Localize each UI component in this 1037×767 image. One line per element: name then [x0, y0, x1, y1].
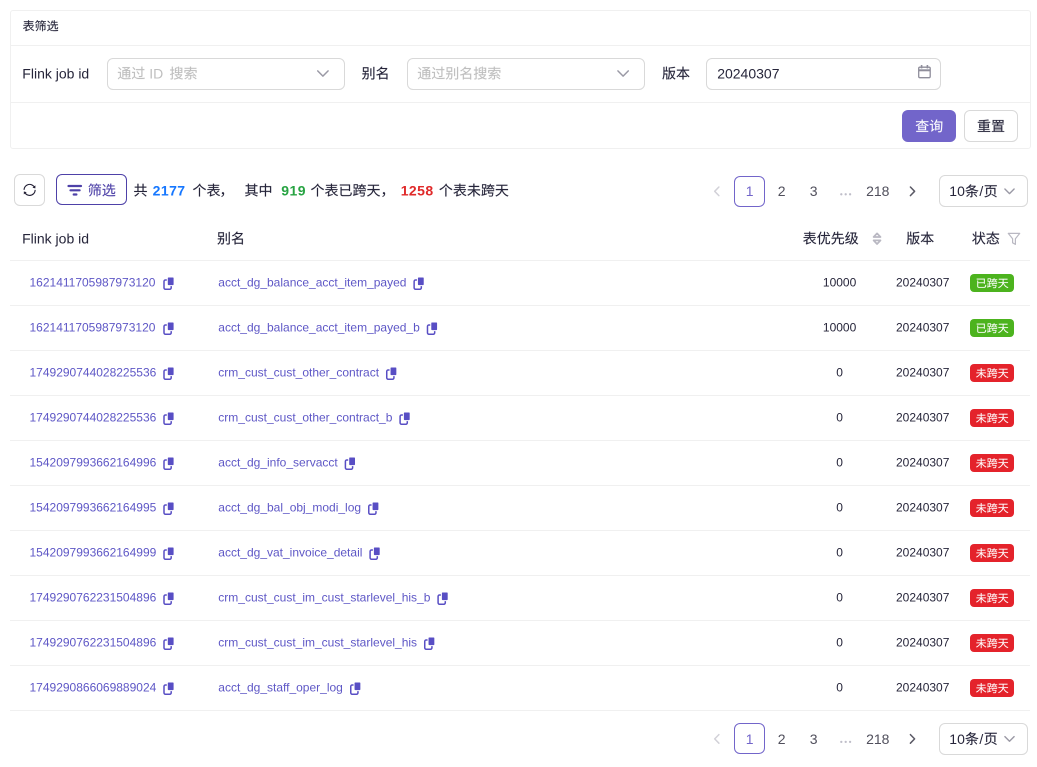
svg-text:crm_cust_cust_other_contract: crm_cust_cust_other_contract — [218, 366, 379, 380]
svg-text:1749290744028225536: 1749290744028225536 — [30, 411, 157, 425]
svg-text:20240307: 20240307 — [896, 501, 950, 515]
svg-text:20240307: 20240307 — [896, 456, 950, 470]
svg-text:crm_cust_cust_other_contract_b: crm_cust_cust_other_contract_b — [218, 411, 392, 425]
svg-text:1749290744028225536: 1749290744028225536 — [30, 366, 157, 380]
svg-text:ID: ID — [149, 65, 163, 81]
svg-text:1749290866069889024: 1749290866069889024 — [30, 681, 157, 695]
svg-text:Flink job id: Flink job id — [22, 230, 89, 246]
svg-text:1542097993662164996: 1542097993662164996 — [30, 456, 157, 470]
svg-text:1749290762231504896: 1749290762231504896 — [30, 636, 157, 650]
svg-text:0: 0 — [836, 591, 843, 605]
svg-text:919: 919 — [281, 182, 306, 198]
svg-text:10: 10 — [949, 183, 965, 199]
svg-text:20240307: 20240307 — [896, 366, 950, 380]
svg-text:crm_cust_cust_im_cust_starleve: crm_cust_cust_im_cust_starlevel_his_b — [218, 591, 430, 605]
svg-text:20240307: 20240307 — [896, 321, 950, 335]
svg-text:20240307: 20240307 — [896, 276, 950, 290]
svg-text:0: 0 — [836, 546, 843, 560]
svg-text:2: 2 — [778, 731, 786, 747]
svg-text:1258: 1258 — [401, 182, 434, 198]
svg-text:Flink job id: Flink job id — [22, 65, 89, 81]
svg-text:1542097993662164999: 1542097993662164999 — [30, 546, 157, 560]
svg-text:acct_dg_info_servacct: acct_dg_info_servacct — [218, 456, 338, 470]
svg-text:acct_dg_staff_oper_log: acct_dg_staff_oper_log — [218, 681, 343, 695]
svg-text:20240307: 20240307 — [896, 591, 950, 605]
svg-text:0: 0 — [836, 456, 843, 470]
svg-text:0: 0 — [836, 366, 843, 380]
svg-text:10: 10 — [949, 731, 965, 747]
svg-text:1621411705987973120: 1621411705987973120 — [30, 276, 156, 290]
svg-text:10000: 10000 — [823, 276, 857, 290]
svg-text:acct_dg_bal_obj_modi_log: acct_dg_bal_obj_modi_log — [218, 501, 361, 515]
svg-text:1542097993662164995: 1542097993662164995 — [30, 501, 157, 515]
svg-text:218: 218 — [866, 731, 890, 747]
svg-text:1: 1 — [746, 731, 754, 747]
svg-text:20240307: 20240307 — [896, 636, 950, 650]
svg-text:3: 3 — [810, 183, 818, 199]
svg-text:0: 0 — [836, 411, 843, 425]
svg-text:10000: 10000 — [823, 321, 857, 335]
svg-text:1621411705987973120: 1621411705987973120 — [30, 321, 156, 335]
svg-text:acct_dg_balance_acct_item_paye: acct_dg_balance_acct_item_payed_b — [218, 321, 420, 335]
svg-text:acct_dg_balance_acct_item_paye: acct_dg_balance_acct_item_payed — [218, 276, 406, 290]
svg-text:20240307: 20240307 — [896, 411, 950, 425]
svg-text:20240307: 20240307 — [896, 546, 950, 560]
svg-text:acct_dg_vat_invoice_detail: acct_dg_vat_invoice_detail — [218, 546, 362, 560]
svg-text:0: 0 — [836, 681, 843, 695]
svg-text:0: 0 — [836, 636, 843, 650]
svg-text:20240307: 20240307 — [896, 681, 950, 695]
svg-text:0: 0 — [836, 501, 843, 515]
svg-text:3: 3 — [810, 731, 818, 747]
svg-text:/: / — [979, 731, 983, 747]
svg-text:crm_cust_cust_im_cust_starleve: crm_cust_cust_im_cust_starlevel_his — [218, 636, 417, 650]
svg-text:/: / — [979, 183, 983, 199]
svg-text:1: 1 — [746, 183, 754, 199]
svg-text:2177: 2177 — [153, 182, 186, 198]
svg-text:20240307: 20240307 — [717, 65, 780, 81]
svg-text:1749290762231504896: 1749290762231504896 — [30, 591, 157, 605]
svg-text:2: 2 — [778, 183, 786, 199]
svg-text:218: 218 — [866, 183, 890, 199]
